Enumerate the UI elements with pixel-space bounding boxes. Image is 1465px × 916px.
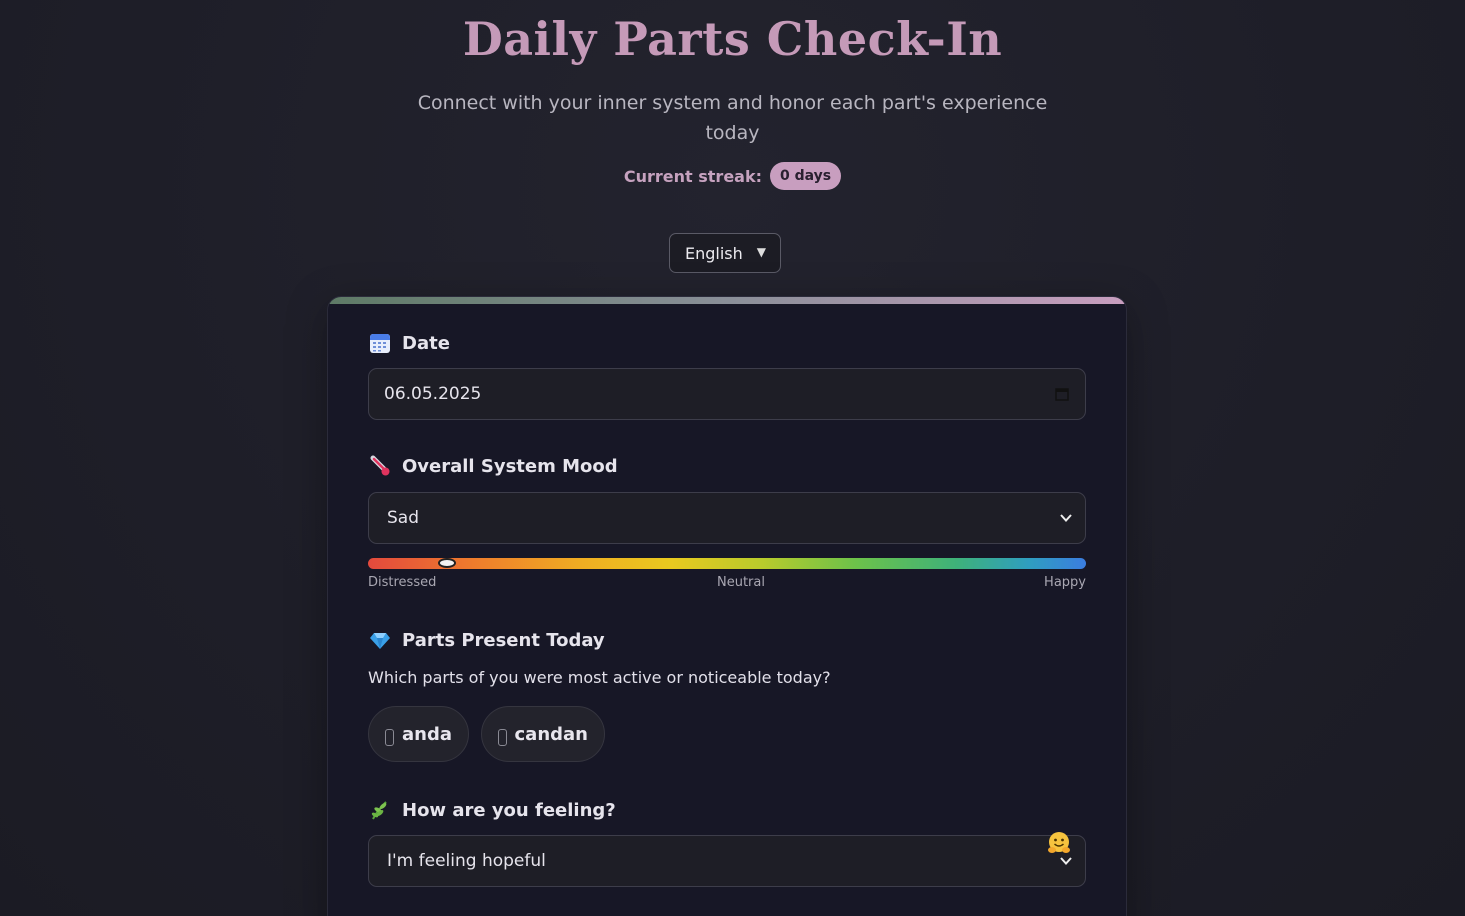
part-name: candan	[514, 723, 588, 745]
date-input[interactable]: 06.05.2025	[368, 368, 1086, 420]
calendar-picker-icon[interactable]	[1055, 386, 1069, 401]
feeling-selected: I'm feeling hopeful	[387, 851, 546, 871]
herb-icon	[368, 798, 392, 822]
streak-badge: 0 days	[770, 162, 842, 190]
parts-section-label: Parts Present Today	[368, 628, 605, 652]
mood-slider-track[interactable]	[368, 558, 1086, 569]
checkin-card: Date 06.05.2025 Overall System Mood Sad …	[327, 296, 1127, 916]
calendar-icon	[368, 331, 392, 355]
feeling-label: How are you feeling?	[402, 799, 616, 821]
parts-label: Parts Present Today	[402, 629, 605, 651]
page: Daily Parts Check-In Connect with your i…	[0, 0, 1465, 916]
mood-section-label: Overall System Mood	[368, 454, 618, 478]
feeling-section-label: How are you feeling?	[368, 798, 616, 822]
mood-slider-thumb[interactable]	[437, 558, 456, 568]
language-selected: English	[685, 243, 743, 263]
part-chip-anda[interactable]: anda	[368, 706, 469, 762]
page-subtitle: Connect with your inner system and honor…	[417, 92, 1048, 144]
chevron-down-icon	[1059, 510, 1073, 524]
hugging-face-icon	[1047, 831, 1071, 855]
mood-scale-high: Happy	[1044, 575, 1086, 590]
gem-icon	[368, 628, 392, 652]
mood-select[interactable]: Sad	[368, 492, 1086, 544]
language-select[interactable]: English ▼	[669, 233, 781, 273]
thermometer-icon	[368, 454, 392, 478]
page-title: Daily Parts Check-In	[462, 12, 1003, 66]
part-name: anda	[402, 723, 452, 745]
parts-question: Which parts of you were most active or n…	[368, 668, 831, 687]
card-accent-bar	[328, 297, 1126, 304]
date-section-label: Date	[368, 331, 450, 355]
part-chip-candan[interactable]: candan	[481, 706, 605, 762]
streak-label: Current streak:	[623, 166, 762, 186]
date-value: 06.05.2025	[384, 384, 482, 404]
mood-scale-mid: Neutral	[717, 575, 765, 590]
checkbox[interactable]	[385, 728, 394, 746]
streak-row: Current streak: 0 days	[0, 162, 1465, 190]
feeling-select[interactable]: I'm feeling hopeful	[368, 835, 1086, 887]
caret-down-icon: ▼	[756, 245, 766, 259]
mood-label: Overall System Mood	[402, 455, 618, 477]
chevron-down-icon	[1059, 853, 1073, 867]
mood-scale-low: Distressed	[368, 575, 437, 590]
date-label: Date	[402, 332, 450, 354]
checkbox[interactable]	[498, 728, 507, 746]
mood-selected: Sad	[387, 508, 419, 528]
